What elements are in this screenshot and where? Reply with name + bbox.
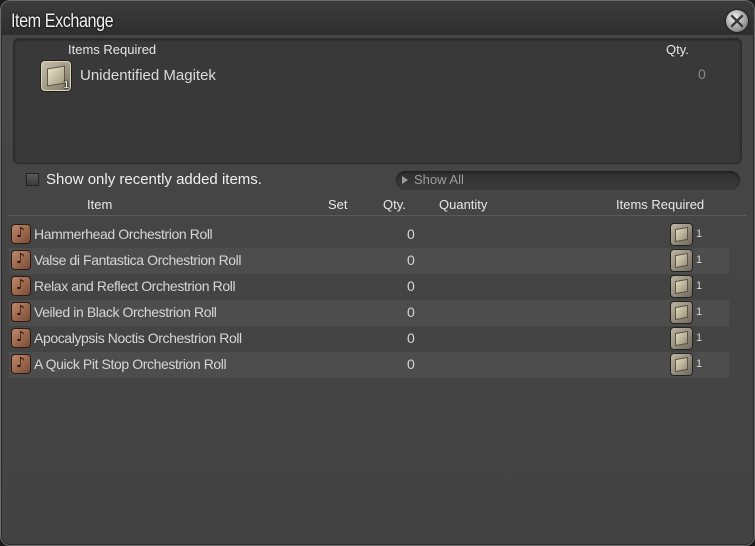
magitek-crate-icon[interactable] <box>671 250 692 271</box>
required-count: 1 <box>696 280 703 292</box>
required-item-qty: 0 <box>698 66 706 82</box>
item-qty: 0 <box>407 304 415 320</box>
crate-shape <box>675 356 688 373</box>
crate-shape <box>675 252 688 269</box>
required-count: 1 <box>696 306 703 318</box>
item-qty: 0 <box>407 330 415 346</box>
required-qty-header: Qty. <box>666 42 689 57</box>
item-name: Hammerhead Orchestrion Roll <box>34 226 213 242</box>
required-count: 1 <box>696 358 703 370</box>
show-all-label: Show All <box>414 172 464 187</box>
music-note-icon: ♪ <box>12 303 30 321</box>
magitek-crate-icon[interactable] <box>671 354 692 375</box>
column-header-set[interactable]: Set <box>328 197 348 212</box>
crate-shape <box>675 226 688 243</box>
item-list: ♪ Hammerhead Orchestrion Roll 0 1 ♪ Vals… <box>9 222 729 378</box>
column-header-quantity[interactable]: Quantity <box>439 197 487 212</box>
table-row[interactable]: ♪ Valse di Fantastica Orchestrion Roll 0… <box>9 248 729 274</box>
magitek-crate-icon[interactable] <box>671 302 692 323</box>
crate-shape <box>675 330 688 347</box>
table-row[interactable]: ♪ Hammerhead Orchestrion Roll 0 1 <box>9 222 729 248</box>
crate-shape <box>675 278 688 295</box>
item-qty: 0 <box>407 278 415 294</box>
table-row[interactable]: ♪ Apocalypsis Noctis Orchestrion Roll 0 … <box>9 326 729 352</box>
required-items-panel: Items Required Qty. 1 Unidentified Magit… <box>13 38 742 164</box>
item-name: Relax and Reflect Orchestrion Roll <box>34 278 236 294</box>
table-row[interactable]: ♪ Veiled in Black Orchestrion Roll 0 1 <box>9 300 729 326</box>
column-header-qty[interactable]: Qty. <box>383 197 406 212</box>
table-row[interactable]: ♪ Relax and Reflect Orchestrion Roll 0 1 <box>9 274 729 300</box>
item-name: Veiled in Black Orchestrion Roll <box>34 304 217 320</box>
required-count: 1 <box>696 332 703 344</box>
item-qty: 0 <box>407 356 415 372</box>
magitek-crate-icon[interactable]: 1 <box>41 61 71 91</box>
crate-shape <box>675 304 688 321</box>
required-items-header: Items Required <box>68 42 157 57</box>
music-note-icon: ♪ <box>12 251 30 269</box>
show-all-dropdown[interactable]: Show All <box>396 171 740 190</box>
item-qty: 0 <box>407 252 415 268</box>
close-icon <box>730 14 744 28</box>
triangle-right-icon <box>402 176 408 184</box>
table-row[interactable]: ♪ A Quick Pit Stop Orchestrion Roll 0 1 <box>9 352 729 378</box>
music-note-icon: ♪ <box>12 277 30 295</box>
item-stack-count: 1 <box>63 80 69 91</box>
required-count: 1 <box>696 228 703 240</box>
music-note-icon: ♪ <box>12 225 30 243</box>
item-exchange-window: Item Exchange Items Required Qty. 1 Unid… <box>0 0 755 546</box>
music-note-icon: ♪ <box>12 329 30 347</box>
window-title: Item Exchange <box>11 11 114 32</box>
magitek-crate-icon[interactable] <box>671 328 692 349</box>
item-name: Apocalypsis Noctis Orchestrion Roll <box>34 330 242 346</box>
title-bar[interactable]: Item Exchange <box>1 1 754 35</box>
column-header-item[interactable]: Item <box>87 197 112 212</box>
item-qty: 0 <box>407 226 415 242</box>
recent-items-checkbox[interactable] <box>26 173 39 186</box>
magitek-crate-icon[interactable] <box>671 224 692 245</box>
close-button[interactable] <box>726 10 748 32</box>
item-name: Valse di Fantastica Orchestrion Roll <box>34 252 242 268</box>
required-item-name: Unidentified Magitek <box>80 67 216 84</box>
item-name: A Quick Pit Stop Orchestrion Roll <box>34 356 227 372</box>
required-count: 1 <box>696 254 703 266</box>
column-header-items-required[interactable]: Items Required <box>616 197 704 212</box>
header-divider <box>9 215 746 216</box>
music-note-icon: ♪ <box>12 355 30 373</box>
magitek-crate-icon[interactable] <box>671 276 692 297</box>
recent-items-checkbox-label[interactable]: Show only recently added items. <box>46 171 262 188</box>
